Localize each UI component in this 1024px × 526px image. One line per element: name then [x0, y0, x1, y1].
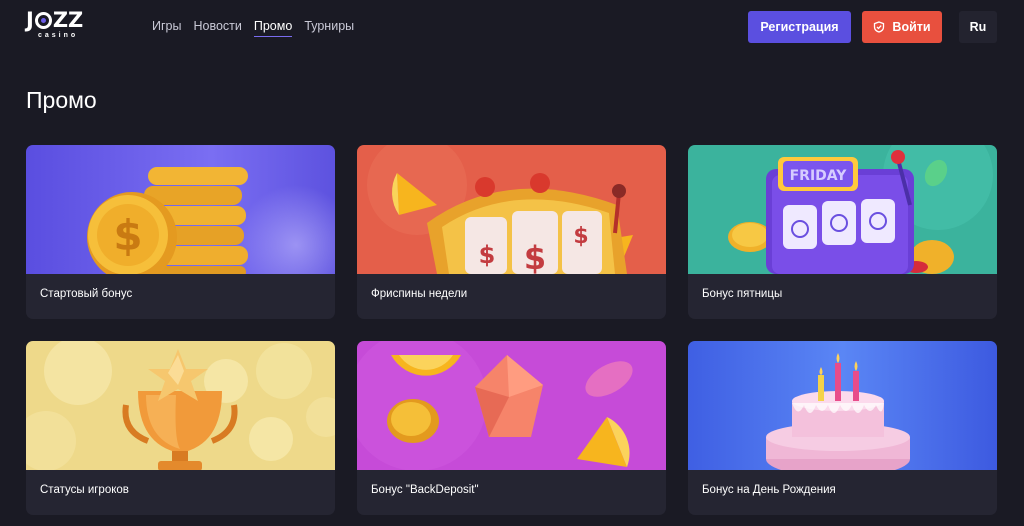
promo-card-weekly-freespins[interactable]: $ $ $ Фриспины недели — [357, 145, 666, 319]
promo-card-backdeposit[interactable]: Бонус "BackDeposit" — [357, 341, 666, 515]
promo-title: Фриспины недели — [371, 288, 468, 300]
promo-card-welcome-bonus[interactable]: $ Стартовый бонус — [26, 145, 335, 319]
shield-check-icon — [874, 21, 885, 33]
main-nav: Игры Новости Промо Турниры — [152, 19, 354, 37]
gem-lemons-illustration — [357, 341, 666, 470]
promo-title: Стартовый бонус — [40, 288, 133, 300]
svg-text:$: $ — [573, 224, 588, 249]
login-button[interactable]: Войти — [862, 11, 942, 43]
language-selector[interactable]: Ru — [959, 11, 997, 43]
nav-games[interactable]: Игры — [152, 19, 181, 37]
nav-promo[interactable]: Промо — [253, 19, 293, 37]
gold-coins-illustration: $ — [26, 145, 335, 274]
nav-news[interactable]: Новости — [193, 19, 241, 37]
friday-slot-illustration: FRIDAY — [688, 145, 997, 274]
promo-title: Бонус на День Рождения — [702, 484, 836, 496]
svg-text:$: $ — [479, 241, 496, 269]
site-header: J ZZ casino Игры Новости Промо Турниры Ре… — [0, 0, 1024, 56]
promo-card-player-statuses[interactable]: Статусы игроков — [26, 341, 335, 515]
register-button[interactable]: Регистрация — [748, 11, 851, 43]
login-label: Войти — [892, 20, 931, 34]
nav-tournaments[interactable]: Турниры — [304, 19, 354, 37]
promo-card-friday-bonus[interactable]: FRIDAY Бонус пятницы — [688, 145, 997, 319]
svg-text:$: $ — [524, 239, 546, 274]
promo-title: Статусы игроков — [40, 484, 129, 496]
promo-title: Бонус пятницы — [702, 288, 783, 300]
friday-sign-text: FRIDAY — [790, 168, 848, 184]
logo-wordmark: J ZZ — [26, 8, 84, 32]
trophy-illustration — [26, 341, 335, 470]
logo-subtitle: casino — [38, 32, 79, 39]
logo-roulette-icon — [34, 11, 52, 29]
jozz-casino-logo[interactable]: J ZZ casino — [26, 9, 98, 45]
slot-machine-illustration: $ $ $ — [357, 145, 666, 274]
birthday-cake-illustration — [688, 341, 997, 470]
svg-text:$: $ — [113, 211, 142, 260]
promo-title: Бонус "BackDeposit" — [371, 484, 479, 496]
promo-card-birthday-bonus[interactable]: Бонус на День Рождения — [688, 341, 997, 515]
page-title: Промо — [26, 87, 97, 113]
